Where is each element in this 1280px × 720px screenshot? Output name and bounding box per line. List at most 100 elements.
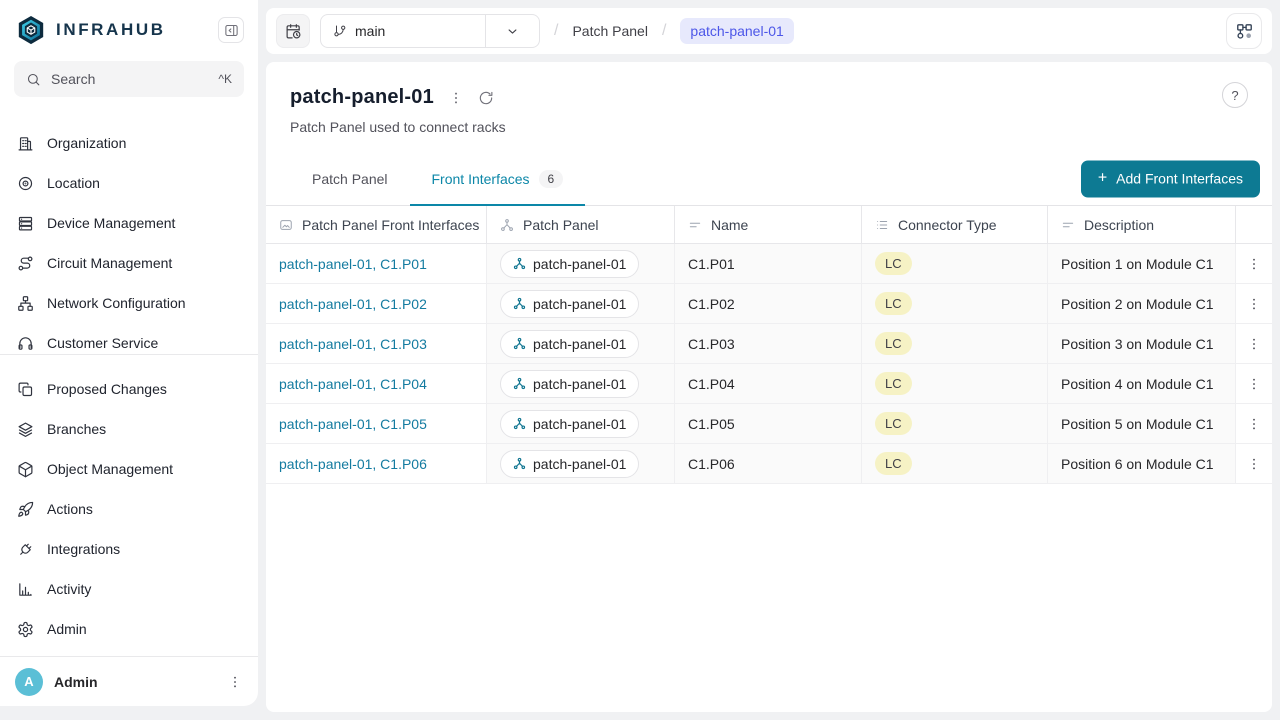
column-header-connector-type: Connector Type [862,206,1048,244]
row-menu-button[interactable] [1246,376,1262,392]
branch-selector-value[interactable]: main [321,15,485,47]
front-interface-link[interactable]: patch-panel-01, C1.P01 [279,256,427,272]
front-interface-link[interactable]: patch-panel-01, C1.P05 [279,416,427,432]
sidebar-item-branches[interactable]: Branches [0,409,258,449]
sidebar-item-device-management[interactable]: Device Management [0,203,258,243]
row-menu-button[interactable] [1246,336,1262,352]
sidebar-nav-primary: Organization Location Device Management … [0,105,258,355]
sidebar-item-label: Network Configuration [47,295,186,311]
text-icon [1061,218,1075,232]
column-header-actions [1236,206,1272,244]
content-area: main / Patch Panel / patch-panel-01 patc… [266,8,1272,712]
add-front-interfaces-button[interactable]: + Add Front Interfaces [1081,160,1260,197]
connector-type-badge: LC [875,412,912,435]
sidebar-item-object-management[interactable]: Object Management [0,449,258,489]
patch-panel-chip[interactable]: patch-panel-01 [500,370,639,398]
cell-front-interface: patch-panel-01, C1.P01 [266,244,487,284]
server-icon [17,215,34,232]
sidebar-item-label: Customer Service [47,335,158,351]
refresh-button[interactable] [478,90,494,106]
target-icon [17,175,34,192]
tab-front-interfaces[interactable]: Front Interfaces 6 [410,152,586,205]
sidebar-item-label: Integrations [47,541,120,557]
patch-panel-chip[interactable]: patch-panel-01 [500,450,639,478]
column-header-description: Description [1048,206,1236,244]
patch-panel-chip[interactable]: patch-panel-01 [500,410,639,438]
sidebar-item-integrations[interactable]: Integrations [0,529,258,569]
row-menu-button[interactable] [1246,456,1262,472]
breadcrumb-separator: / [658,22,670,40]
bar-chart-icon [17,581,34,598]
cell-description: Position 4 on Module C1 [1048,364,1236,404]
network-icon [17,295,34,312]
cell-patch-panel: patch-panel-01 [487,324,675,364]
branch-selector-toggle[interactable] [485,15,539,47]
column-header-label: Description [1084,217,1154,233]
brand-name: INFRAHUB [56,20,208,40]
patch-panel-chip-label: patch-panel-01 [533,416,626,432]
sidebar-item-label: Location [47,175,100,191]
row-menu-button[interactable] [1246,256,1262,272]
row-menu-button[interactable] [1246,416,1262,432]
breadcrumb-patch-panel[interactable]: Patch Panel [572,23,648,39]
table-header-row: Patch Panel Front Interfaces Patch Panel… [266,206,1272,244]
cell-row-actions [1236,404,1272,444]
sidebar-item-label: Activity [47,581,91,597]
branch-selector[interactable]: main [320,14,540,48]
tab-label: Front Interfaces [432,171,530,187]
search-placeholder: Search [51,71,208,87]
cell-connector-type: LC [862,244,1048,284]
user-row: A Admin [0,656,258,706]
list-icon [875,218,889,232]
cell-name: C1.P04 [675,364,862,404]
sidebar-item-label: Circuit Management [47,255,172,271]
workflow-button[interactable] [1226,13,1262,49]
sidebar-item-proposed-changes[interactable]: Proposed Changes [0,369,258,409]
sidebar-item-circuit-management[interactable]: Circuit Management [0,243,258,283]
patch-panel-chip[interactable]: patch-panel-01 [500,330,639,358]
object-actions-button[interactable] [448,90,464,106]
front-interface-link[interactable]: patch-panel-01, C1.P02 [279,296,427,312]
cell-name: C1.P05 [675,404,862,444]
sidebar-item-location[interactable]: Location [0,163,258,203]
building-icon [17,135,34,152]
sidebar-item-network-configuration[interactable]: Network Configuration [0,283,258,323]
patch-panel-chip[interactable]: patch-panel-01 [500,290,639,318]
page-title: patch-panel-01 [290,86,434,109]
cell-row-actions [1236,364,1272,404]
sidebar-item-admin[interactable]: Admin [0,609,258,649]
front-interface-link[interactable]: patch-panel-01, C1.P03 [279,336,427,352]
cell-patch-panel: patch-panel-01 [487,364,675,404]
relation-icon [513,457,526,470]
sidebar-item-customer-service[interactable]: Customer Service [0,323,258,355]
row-menu-button[interactable] [1246,296,1262,312]
sidebar-item-label: Admin [47,621,87,637]
user-menu-button[interactable] [227,674,243,690]
plus-icon: + [1098,170,1107,188]
patch-panel-chip[interactable]: patch-panel-01 [500,250,639,278]
connector-type-badge: LC [875,252,912,275]
table-row: patch-panel-01, C1.P03 patch-panel-01 C1… [266,324,1272,364]
help-button[interactable]: ? [1222,82,1248,108]
sidebar-item-organization[interactable]: Organization [0,123,258,163]
cell-name: C1.P06 [675,444,862,484]
cell-front-interface: patch-panel-01, C1.P02 [266,284,487,324]
sidebar-item-activity[interactable]: Activity [0,569,258,609]
sidebar-collapse-button[interactable] [218,17,244,43]
sidebar-item-actions[interactable]: Actions [0,489,258,529]
tab-patch-panel[interactable]: Patch Panel [290,152,410,205]
front-interface-link[interactable]: patch-panel-01, C1.P06 [279,456,427,472]
add-button-label: Add Front Interfaces [1116,171,1243,187]
table-row: patch-panel-01, C1.P06 patch-panel-01 C1… [266,444,1272,484]
search-input[interactable]: Search ^K [14,61,244,97]
time-travel-button[interactable] [276,14,310,48]
front-interface-link[interactable]: patch-panel-01, C1.P04 [279,376,427,392]
cell-row-actions [1236,284,1272,324]
relation-icon [513,297,526,310]
connector-type-badge: LC [875,372,912,395]
cube-icon [17,461,34,478]
kebab-icon [1246,416,1262,432]
cell-row-actions [1236,324,1272,364]
breadcrumb-current-object[interactable]: patch-panel-01 [680,18,793,44]
headset-icon [17,335,34,352]
